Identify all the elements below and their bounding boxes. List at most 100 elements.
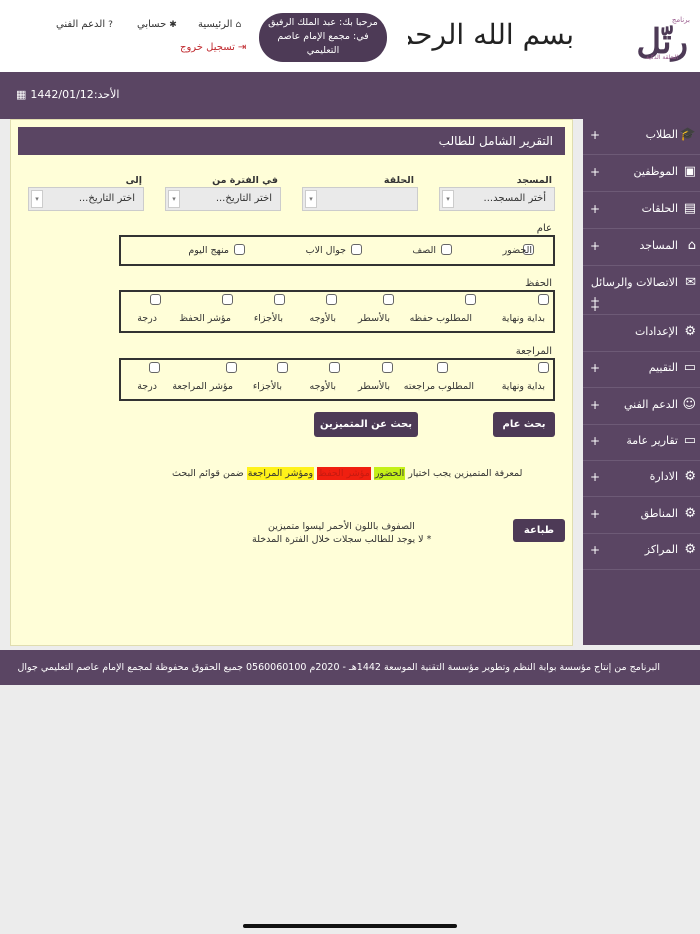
- gear-icon: ⚙: [684, 469, 696, 484]
- note-highlight-memorization: مؤشر الحفظ: [317, 467, 371, 480]
- note-suffix: ضمن قوائم البحث: [172, 468, 244, 479]
- option-label: الصف: [412, 245, 436, 256]
- expand-plus-icon: +: [590, 128, 601, 142]
- logo-sub-text: الحلقة الذكية: [645, 54, 678, 61]
- home-icon: ⌂: [235, 20, 242, 30]
- student-icon: 🎓: [679, 127, 696, 142]
- sidebar: 🎓 الطلاب + ▣ الموظفين + ▤ الحلقات + ⌂ ال…: [583, 119, 700, 645]
- option-label: مؤشر المراجعة: [172, 381, 233, 392]
- to-date-label: إلى: [125, 175, 142, 186]
- sidebar-item-label: الطلاب: [645, 128, 678, 141]
- sidebar-item-label: الادارة: [649, 470, 678, 483]
- halaqa-select[interactable]: ▾: [302, 187, 418, 211]
- from-date-value: اختر التاريخ...: [215, 193, 272, 204]
- monitor-icon: ▭: [683, 360, 696, 375]
- print-button[interactable]: طباعة: [513, 519, 565, 542]
- sidebar-item-regions[interactable]: ⚙ المناطق +: [583, 498, 700, 534]
- distinguished-search-button[interactable]: بحث عن المتميزين: [314, 412, 418, 437]
- from-date-select[interactable]: اختر التاريخ... ▾: [165, 187, 281, 211]
- checkbox-grade[interactable]: [441, 244, 452, 255]
- sidebar-item-employees[interactable]: ▣ الموظفين +: [583, 156, 700, 192]
- mosque-label: المسجد: [516, 175, 552, 186]
- checkbox-mem-pages[interactable]: [326, 294, 337, 305]
- current-date: الأحد:1442/01/12▦: [16, 88, 119, 101]
- checkbox-rev-required[interactable]: [437, 362, 448, 373]
- nav-home-label: الرئيسية: [198, 19, 233, 30]
- sidebar-item-communications[interactable]: ✉ الاتصالات والرسائل +: [583, 267, 700, 315]
- checkbox-rev-pages[interactable]: [329, 362, 340, 373]
- sidebar-item-label: المساجد: [639, 239, 678, 252]
- checkbox-mem-score[interactable]: [150, 294, 161, 305]
- option-label: الحضور: [502, 245, 532, 256]
- date-text: الأحد:1442/01/12: [30, 88, 120, 101]
- board-icon: ▤: [683, 201, 696, 216]
- sidebar-item-centers[interactable]: ⚙ المراكز +: [583, 534, 700, 570]
- option-label: بداية ونهاية: [501, 381, 545, 392]
- option-label: بداية ونهاية: [501, 313, 545, 324]
- expand-plus-icon: +: [590, 470, 601, 484]
- app-logo[interactable]: برنامج رتّل الحلقة الذكية: [612, 10, 692, 65]
- gear-icon: ⚙: [684, 324, 696, 339]
- from-date-label: في الفترة من: [212, 175, 278, 186]
- mosque-select[interactable]: أختر المسجد... ▾: [439, 187, 555, 211]
- sidebar-item-mosques[interactable]: ⌂ المساجد +: [583, 230, 700, 266]
- no-records-note: * لا يوجد للطالب سجلات خلال الفترة المدخ…: [252, 534, 432, 545]
- checkbox-rev-juz[interactable]: [277, 362, 288, 373]
- to-date-select[interactable]: اختر التاريخ... ▾: [28, 187, 144, 211]
- chevron-down-icon: ▾: [31, 190, 43, 208]
- option-label: درجة: [137, 313, 157, 324]
- nav-home-link[interactable]: ⌂الرئيسية: [198, 19, 241, 30]
- nav-account-link[interactable]: ✱حسابي: [137, 19, 177, 30]
- sidebar-item-administration[interactable]: ⚙ الادارة +: [583, 461, 700, 497]
- home-indicator[interactable]: [243, 924, 457, 928]
- memorization-section-label: الحفظ: [525, 278, 552, 289]
- mosque-icon: ⌂: [687, 238, 696, 253]
- option-label: بالأجزاء: [252, 381, 282, 392]
- checkbox-rev-indicator[interactable]: [226, 362, 237, 373]
- checkbox-mem-required[interactable]: [465, 294, 476, 305]
- sidebar-item-evaluation[interactable]: ▭ التقييم +: [583, 352, 700, 388]
- checkbox-today-curriculum[interactable]: [234, 244, 245, 255]
- checkbox-mem-juz[interactable]: [274, 294, 285, 305]
- expand-plus-icon: +: [590, 434, 601, 448]
- option-label: منهج اليوم: [188, 245, 229, 256]
- expand-plus-icon: +: [590, 239, 601, 253]
- nav-support-label: الدعم الفني: [56, 19, 106, 30]
- sidebar-item-settings[interactable]: ⚙ الإعدادات +: [583, 316, 700, 352]
- to-date-value: اختر التاريخ...: [78, 193, 135, 204]
- monitor-icon: ▭: [683, 433, 696, 448]
- logout-link[interactable]: ⇥تسجيل خروج: [180, 42, 246, 53]
- checkbox-rev-start-end[interactable]: [538, 362, 549, 373]
- general-search-button[interactable]: بحث عام: [493, 412, 555, 437]
- expand-plus-icon[interactable]: +: [590, 300, 600, 314]
- option-label: بالأوجه: [309, 381, 336, 392]
- chevron-down-icon: ▾: [305, 190, 317, 208]
- question-icon: ?: [108, 20, 113, 30]
- option-label: درجة: [137, 381, 157, 392]
- checkbox-father-phone[interactable]: [351, 244, 362, 255]
- note-highlight-review: ومؤشر المراجعة: [246, 467, 315, 480]
- sidebar-item-students[interactable]: 🎓 الطلاب +: [583, 119, 700, 155]
- sidebar-item-label: المناطق: [640, 507, 678, 520]
- checkbox-mem-start-end[interactable]: [538, 294, 549, 305]
- checkbox-mem-lines[interactable]: [383, 294, 394, 305]
- option-label: جوال الاب: [305, 245, 346, 256]
- expand-plus-icon: +: [590, 361, 601, 375]
- sidebar-item-support[interactable]: ☺ الدعم الفني +: [583, 389, 700, 425]
- sidebar-item-label: الموظفين: [633, 165, 678, 178]
- page-title: التقرير الشامل للطالب: [18, 127, 565, 155]
- footer: البرنامج من إنتاج مؤسسة بوابة النظم وتطو…: [0, 650, 700, 685]
- checkbox-mem-indicator[interactable]: [222, 294, 233, 305]
- sidebar-item-halaqat[interactable]: ▤ الحلقات +: [583, 193, 700, 229]
- expand-plus-icon: +: [590, 543, 601, 557]
- checkbox-rev-score[interactable]: [149, 362, 160, 373]
- expand-plus-icon: +: [590, 507, 601, 521]
- checkbox-rev-lines[interactable]: [382, 362, 393, 373]
- sidebar-item-label: الحلقات: [641, 202, 678, 215]
- gear-icon: ✱: [169, 20, 177, 30]
- option-label: مؤشر الحفظ: [179, 313, 231, 324]
- general-section-label: عام: [536, 223, 552, 234]
- nav-support-link[interactable]: ?الدعم الفني: [56, 19, 113, 30]
- note-highlight-attendance: الحضور: [373, 467, 406, 480]
- sidebar-item-reports[interactable]: ▭ تقارير عامة +: [583, 425, 700, 461]
